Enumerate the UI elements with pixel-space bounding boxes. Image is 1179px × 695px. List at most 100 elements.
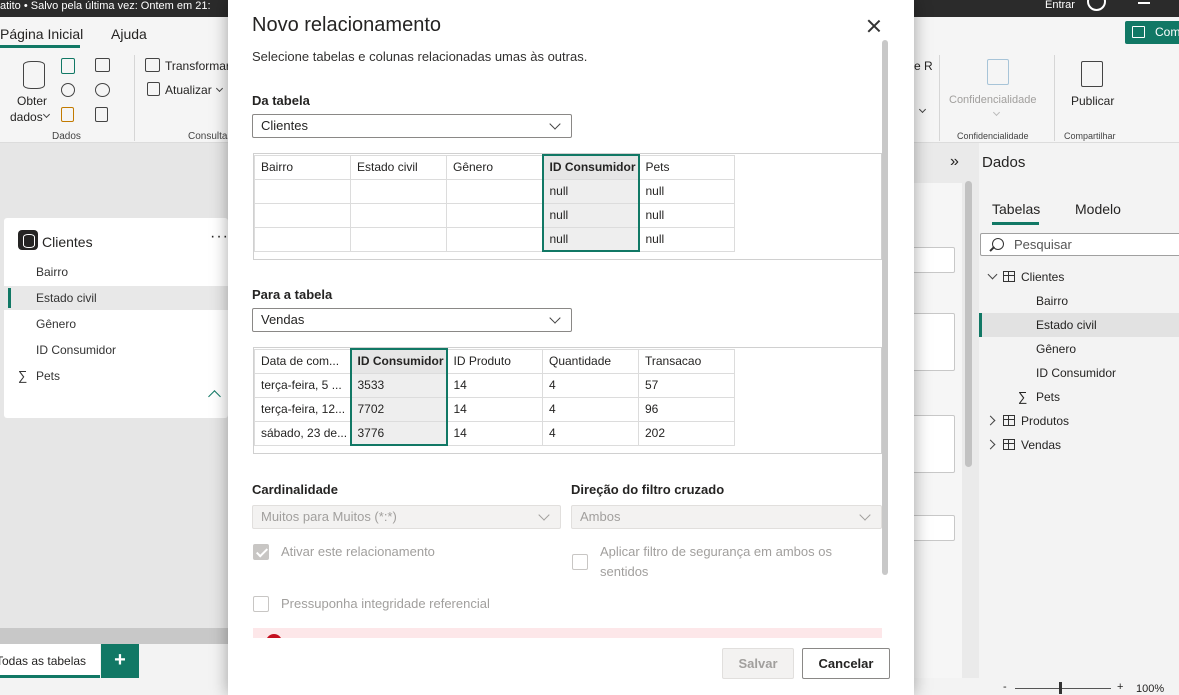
tree-field-bairro[interactable]: Bairro (979, 289, 1179, 313)
refresh-button[interactable]: Atualizar (165, 83, 212, 97)
chevron-right-icon (985, 439, 996, 450)
add-page-button[interactable]: + (101, 644, 139, 678)
collapse-chevron-icon[interactable] (208, 390, 221, 403)
chevron-down-icon (538, 509, 550, 521)
page-tabs-bar: Todas as tabelas + (0, 644, 228, 695)
chevron-down-icon (215, 84, 224, 93)
from-preview-grid: Bairro Estado civil Gênero ID Consumidor… (254, 154, 735, 252)
more-options-icon[interactable]: ··· (210, 228, 229, 246)
tree-table-clientes[interactable]: Clientes (979, 265, 1179, 289)
tab-home[interactable]: Página Inicial (0, 26, 83, 42)
excel-icon[interactable] (61, 58, 75, 74)
column-header-selected[interactable]: ID Consumidor (541, 154, 640, 180)
chevron-down-icon (42, 110, 51, 119)
tree-table-vendas[interactable]: Vendas (979, 433, 1179, 457)
sensitivity-button[interactable]: Confidencialidade (949, 94, 1036, 106)
zoom-in-button[interactable]: + (1117, 681, 1123, 693)
zoom-level[interactable]: 100% (1136, 683, 1164, 695)
collapse-pane-icon[interactable]: » (950, 153, 959, 171)
save-button[interactable]: Salvar (722, 648, 794, 679)
dialog-scrollbar[interactable] (882, 40, 888, 575)
chevron-down-icon (859, 509, 871, 521)
avatar-icon[interactable] (1087, 0, 1106, 11)
recent-sources-icon[interactable] (95, 83, 110, 97)
tab-tables[interactable]: Tabelas (992, 201, 1040, 217)
transform-icon (145, 58, 160, 72)
table-card-title: Clientes (42, 234, 93, 250)
table-card-clientes[interactable]: Clientes ··· Bairro Estado civil Gênero … (4, 218, 228, 418)
close-icon[interactable] (864, 16, 884, 36)
dialog-title: Novo relacionamento (252, 14, 441, 36)
error-message-bar (253, 628, 882, 638)
chevron-down-icon (549, 118, 561, 130)
column-header[interactable]: Transacao (638, 348, 735, 374)
field-pets[interactable]: ∑ Pets (4, 364, 228, 388)
sigma-icon: ∑ (1018, 389, 1028, 404)
group-label-queries: Consultas (188, 131, 233, 142)
dataverse-icon[interactable] (61, 83, 75, 97)
chevron-down-icon (987, 269, 998, 280)
publish-button[interactable]: Publicar (1071, 94, 1114, 108)
cardinality-label: Cardinalidade (252, 482, 338, 497)
from-table-select[interactable]: Clientes (252, 114, 572, 138)
zoom-out-button[interactable]: - (1003, 681, 1007, 693)
to-table-select[interactable]: Vendas (252, 308, 572, 332)
sign-in-link[interactable]: Entrar (1045, 0, 1075, 11)
column-header[interactable]: Pets (638, 154, 735, 180)
get-data-label-2: dados (10, 110, 43, 124)
security-filter-checkbox[interactable] (572, 554, 588, 570)
cardinality-select[interactable]: Muitos para Muitos (*:*) (252, 505, 561, 529)
tree-field-pets[interactable]: ∑ Pets (979, 385, 1179, 409)
to-preview-grid: Data de com... ID Consumidor ID Produto … (254, 348, 735, 446)
field-bairro[interactable]: Bairro (4, 260, 228, 284)
column-header[interactable]: ID Produto (446, 348, 543, 374)
table-row: null null (254, 178, 735, 204)
tree-field-genero[interactable]: Gênero (979, 337, 1179, 361)
column-header[interactable]: Data de com... (254, 348, 351, 374)
transform-data-button[interactable]: Transformar (165, 59, 230, 73)
referential-integrity-checkbox[interactable] (253, 596, 269, 612)
table-icon[interactable] (95, 58, 110, 72)
enter-data-icon[interactable] (95, 107, 108, 122)
chevron-right-icon (985, 415, 996, 426)
refresh-icon (147, 82, 160, 96)
activate-relationship-checkbox[interactable] (253, 544, 269, 560)
pane-scrollbar[interactable] (965, 181, 972, 467)
tab-help[interactable]: Ajuda (111, 26, 147, 42)
field-id-consumidor[interactable]: ID Consumidor (4, 338, 228, 362)
from-table-preview: Bairro Estado civil Gênero ID Consumidor… (253, 153, 882, 260)
table-row: terça-feira, 12... 7702 14 4 96 (254, 396, 735, 422)
minimize-icon[interactable] (1138, 2, 1150, 4)
horizontal-scrollbar[interactable] (0, 628, 228, 644)
tree-field-id-consumidor[interactable]: ID Consumidor (979, 361, 1179, 385)
file-status: atito • Salvo pela última vez: Ontem em … (0, 0, 211, 12)
tab-model[interactable]: Modelo (1075, 201, 1121, 217)
table-icon (1003, 271, 1015, 282)
column-header[interactable]: Bairro (254, 154, 351, 180)
share-button[interactable]: Com (1125, 21, 1179, 44)
column-header-selected[interactable]: ID Consumidor (349, 348, 448, 374)
zoom-slider-thumb[interactable] (1059, 682, 1062, 694)
search-input[interactable]: Pesquisar (980, 233, 1179, 256)
crossfilter-select[interactable]: Ambos (571, 505, 882, 529)
sigma-icon: ∑ (18, 368, 28, 383)
data-pane-title: Dados (982, 154, 1026, 171)
column-header[interactable]: Quantidade (542, 348, 639, 374)
security-filter-label-2: sentidos (600, 564, 649, 579)
field-genero[interactable]: Gênero (4, 312, 228, 336)
zoom-slider[interactable] (1015, 688, 1111, 689)
column-header[interactable]: Estado civil (350, 154, 447, 180)
sql-icon[interactable] (61, 107, 74, 122)
to-table-label: Para a tabela (252, 287, 333, 302)
get-data-label: Obter (17, 94, 48, 108)
tree-table-produtos[interactable]: Produtos (979, 409, 1179, 433)
column-header[interactable]: Gênero (446, 154, 543, 180)
field-estado-civil[interactable]: Estado civil (4, 286, 228, 310)
tree-field-estado-civil[interactable]: Estado civil (979, 313, 1179, 337)
page-tab-all-tables[interactable]: Todas as tabelas (0, 644, 100, 678)
from-table-label: Da tabela (252, 93, 310, 108)
chevron-down-icon (992, 108, 1001, 117)
cancel-button[interactable]: Cancelar (802, 648, 890, 679)
table-row: null null (254, 202, 735, 228)
publish-icon (1081, 61, 1103, 87)
